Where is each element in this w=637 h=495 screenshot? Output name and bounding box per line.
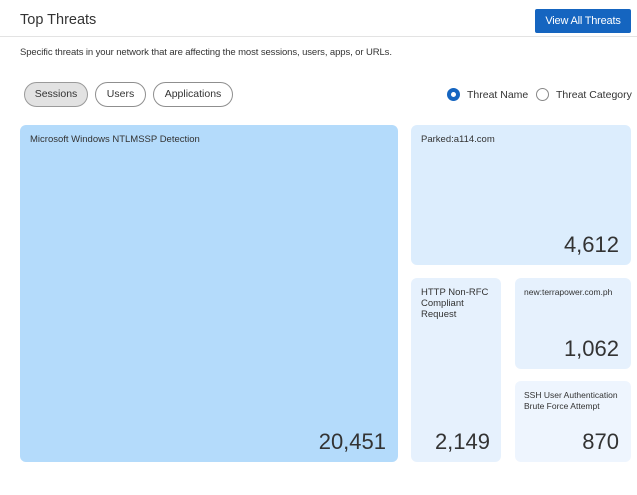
treemap-tile-ssh-brute-force[interactable]: SSH User Authentication Brute Force Atte… xyxy=(515,381,631,462)
threat-name-radio-option[interactable]: Threat Name xyxy=(447,88,528,101)
tile-label: new:terrapower.com.ph xyxy=(524,287,613,297)
treemap-tile-ntlmssp[interactable]: Microsoft Windows NTLMSSP Detection 20,4… xyxy=(20,125,398,462)
applications-toggle-button[interactable]: Applications xyxy=(153,82,233,107)
threat-name-radio-label: Threat Name xyxy=(467,88,529,101)
threat-name-radio[interactable] xyxy=(447,88,460,101)
tile-label: SSH User Authentication Brute Force Atte… xyxy=(524,390,618,411)
view-all-threats-button[interactable]: View All Threats xyxy=(535,9,631,33)
users-toggle-button[interactable]: Users xyxy=(95,82,146,107)
panel-title: Top Threats xyxy=(20,12,97,28)
tile-value: 4,612 xyxy=(563,232,619,257)
treemap-tile-parked[interactable]: Parked:a114.com 4,612 xyxy=(411,125,631,265)
tile-value: 1,062 xyxy=(563,336,619,361)
threat-category-radio-option[interactable]: Threat Category xyxy=(536,88,632,101)
threat-category-radio-label: Threat Category xyxy=(556,88,632,101)
tile-label: Parked:a114.com xyxy=(421,134,495,145)
tile-value: 870 xyxy=(582,429,619,454)
tile-label: HTTP Non-RFC Compliant Request xyxy=(421,287,489,320)
treemap-tile-terrapower[interactable]: new:terrapower.com.ph 1,062 xyxy=(515,278,631,369)
panel-description: Specific threats in your network that ar… xyxy=(20,47,392,58)
sessions-toggle-button[interactable]: Sessions xyxy=(24,82,88,107)
panel-header: Top Threats View All Threats xyxy=(0,0,637,37)
treemap-tile-http-non-rfc[interactable]: HTTP Non-RFC Compliant Request 2,149 xyxy=(411,278,501,462)
tile-value: 20,451 xyxy=(318,429,386,454)
tile-value: 2,149 xyxy=(434,429,490,454)
tile-label: Microsoft Windows NTLMSSP Detection xyxy=(30,134,200,145)
threat-category-radio[interactable] xyxy=(536,88,549,101)
